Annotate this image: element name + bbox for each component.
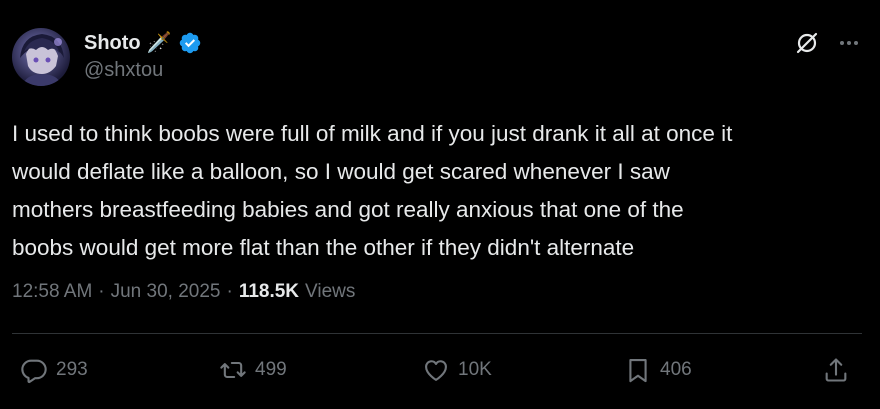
repost-icon	[220, 361, 246, 379]
bookmark-button[interactable]: 406	[624, 355, 692, 385]
grok-icon[interactable]	[794, 30, 820, 56]
meta-separator: ·	[98, 281, 105, 302]
like-count: 10K	[458, 359, 492, 380]
reply-icon	[21, 359, 47, 384]
avatar-image	[20, 34, 64, 86]
reply-count: 293	[56, 359, 88, 380]
share-button[interactable]	[822, 355, 850, 385]
verified-badge-icon[interactable]	[178, 31, 202, 55]
tweet-meta: 12:58 AM · Jun 30, 2025 · 118.5K Views	[12, 281, 355, 303]
divider	[12, 333, 862, 334]
author-name-row[interactable]: Shoto 🗡️	[84, 30, 202, 56]
tweet-time[interactable]: 12:58 AM	[12, 281, 92, 303]
views-label: Views	[305, 281, 356, 302]
heart-icon	[425, 360, 447, 381]
sword-emoji: 🗡️	[146, 32, 172, 54]
meta-separator: ·	[226, 281, 233, 302]
author-handle[interactable]: @shxtou	[84, 59, 163, 82]
share-icon	[825, 358, 847, 382]
views-count[interactable]: 118.5K	[239, 281, 299, 303]
author-display-name[interactable]: Shoto	[84, 32, 141, 55]
bookmark-count: 406	[660, 359, 692, 380]
reply-button[interactable]: 293	[20, 355, 88, 385]
tweet-text: I used to think boobs were full of milk …	[12, 121, 733, 260]
bookmark-icon	[629, 359, 647, 383]
avatar[interactable]	[12, 28, 70, 86]
repost-button[interactable]: 499	[219, 355, 287, 385]
more-dots-icon[interactable]	[836, 30, 862, 56]
repost-count: 499	[255, 359, 287, 380]
tweet-date[interactable]: Jun 30, 2025	[111, 281, 221, 303]
like-button[interactable]: 10K	[422, 355, 492, 385]
